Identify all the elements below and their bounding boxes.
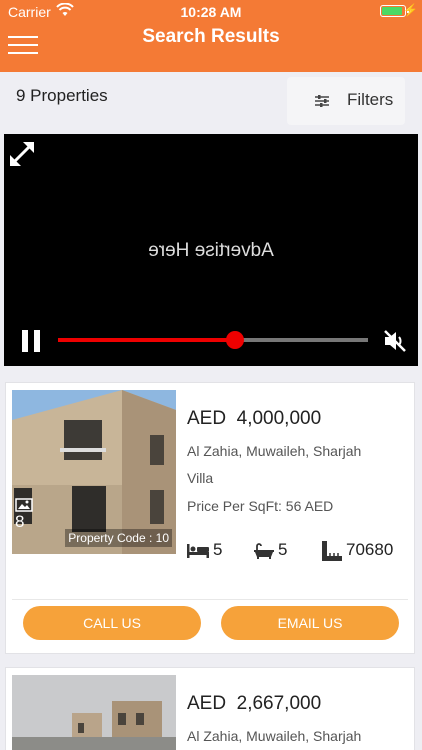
bed-icon [187, 543, 209, 558]
price-currency: AED [187, 408, 227, 429]
property-location: Al Zahia, Muwaileh, Sharjah [187, 728, 362, 744]
image-icon [15, 498, 33, 512]
area-value: 70680 [346, 540, 394, 559]
app-header: Carrier 10:28 AM ⚡ Search Results [0, 0, 422, 72]
status-bar: Carrier 10:28 AM ⚡ [0, 0, 422, 22]
bedrooms: 5 [187, 540, 222, 560]
image-count-value: 8 [15, 512, 25, 531]
page-title: Search Results [142, 26, 280, 47]
filters-label: Filters [347, 90, 394, 109]
fullscreen-icon[interactable] [6, 138, 38, 170]
image-count: 8 [15, 498, 38, 532]
pause-button[interactable] [22, 330, 42, 352]
filters-button[interactable]: Filters [287, 77, 405, 125]
bedrooms-value: 5 [213, 540, 223, 559]
bathrooms: 5 [254, 540, 287, 560]
property-price: AED 2,667,000 [187, 693, 321, 715]
property-type: Villa [187, 470, 214, 486]
property-price: AED 4,000,000 [187, 408, 321, 430]
area-ruler-icon [322, 540, 342, 561]
property-location: Al Zahia, Muwaileh, Sharjah [187, 443, 362, 459]
ad-video[interactable]: Advertise Here [4, 134, 418, 366]
area: 70680 [322, 540, 393, 561]
email-us-button[interactable]: EMAIL US [221, 606, 399, 640]
mute-icon[interactable] [382, 328, 408, 354]
progress-knob[interactable] [225, 331, 244, 349]
price-value: 4,000,000 [236, 408, 322, 429]
sliders-icon [315, 95, 329, 107]
status-time: 10:28 AM [180, 4, 242, 20]
price-currency: AED [187, 693, 227, 714]
property-photo[interactable]: 8 Property Code : 10 [12, 390, 176, 554]
charging-icon: ⚡ [403, 3, 418, 17]
property-code: Property Code : 10 [65, 529, 172, 547]
property-photo[interactable] [12, 675, 176, 750]
bathtub-icon [254, 542, 274, 559]
results-count: 9 Properties [16, 86, 108, 105]
call-us-button[interactable]: CALL US [23, 606, 201, 640]
price-per-sqft: Price Per SqFt: 56 AED [187, 498, 334, 514]
video-progress[interactable] [58, 331, 368, 349]
ad-text: Advertise Here [148, 240, 274, 261]
property-card[interactable]: AED 2,667,000 Al Zahia, Muwaileh, Sharja… [5, 667, 415, 750]
price-value: 2,667,000 [236, 693, 322, 714]
card-divider [12, 599, 408, 600]
bathrooms-value: 5 [278, 540, 288, 559]
property-card[interactable]: 8 Property Code : 10 AED 4,000,000 Al Za… [5, 382, 415, 654]
